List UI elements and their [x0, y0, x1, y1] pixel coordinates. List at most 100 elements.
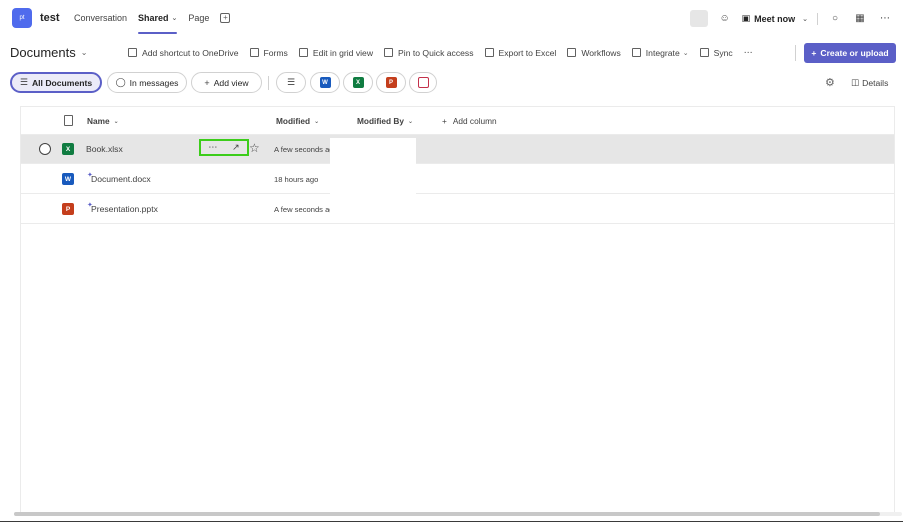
meet-now-label: Meet now [754, 13, 796, 24]
table-row[interactable]: W ✦ Document.docx 18 hours ago [21, 165, 894, 194]
sync-icon [699, 48, 709, 57]
filter-pdf-button[interactable] [409, 72, 437, 93]
add-tab-icon[interactable]: + [220, 13, 231, 23]
file-name[interactable]: Presentation.pptx [91, 204, 158, 214]
view-in-messages[interactable]: ◯ In messages [107, 72, 187, 93]
command-list: Add shortcut to OneDrive Forms Edit in g… [128, 47, 763, 58]
row-select-radio[interactable] [39, 143, 51, 155]
tab-shared[interactable]: Shared ⌄ [138, 13, 178, 34]
forms-button[interactable]: Forms [249, 48, 288, 58]
view-bar: ☰ All Documents ◯ In messages + Add view… [0, 72, 903, 94]
plus-icon: + [811, 48, 817, 58]
table-row[interactable]: X Book.xlsx ⋯ ↗ ☆ A few seconds ago [21, 135, 894, 164]
command-label: Export to Excel [498, 47, 557, 58]
tab-conversation[interactable]: Conversation [74, 13, 127, 23]
powerpoint-file-icon: P [62, 203, 74, 215]
command-label: Add shortcut to OneDrive [142, 47, 239, 58]
more-options-icon[interactable]: ⋯ [877, 11, 893, 27]
plus-icon: + [204, 77, 210, 88]
file-name[interactable]: Book.xlsx [86, 144, 123, 154]
column-header-modified[interactable]: Modified ⌄ [276, 116, 319, 126]
library-switcher[interactable]: Documents ⌄ [10, 45, 87, 60]
modified-time: 18 hours ago [274, 175, 319, 184]
filter-button[interactable]: ☰ [276, 72, 306, 93]
divider [268, 76, 269, 90]
column-label: Modified [276, 116, 311, 126]
view-label: In messages [129, 77, 179, 88]
document-list: Name ⌄ Modified ⌄ Modified By ⌄ + Add co… [20, 106, 895, 516]
integrate-button[interactable]: Integrate ⌄ [631, 47, 689, 58]
integrate-icon [631, 48, 641, 57]
share-icon[interactable]: ↗ [232, 142, 240, 153]
chat-icon: ◯ [115, 77, 126, 87]
plus-icon: + [442, 116, 447, 126]
top-bar: pt test Conversation Shared ⌄ Page + ☺ ▣… [0, 0, 903, 38]
more-commands-button[interactable]: ⋯ [744, 47, 753, 58]
column-header-modified-by[interactable]: Modified By ⌄ [357, 116, 413, 126]
table-row[interactable]: P ✦ Presentation.pptx A few seconds ago [21, 195, 894, 224]
details-label: Details [862, 77, 889, 88]
chevron-down-icon: ⌄ [314, 118, 320, 125]
horizontal-scrollbar[interactable] [14, 512, 902, 516]
create-or-upload-button[interactable]: + Create or upload [804, 43, 896, 63]
share-screen-icon[interactable] [689, 10, 708, 27]
row-actions: ⋯ ↗ [199, 139, 249, 156]
add-view-button[interactable]: + Add view [191, 72, 262, 93]
people-icon[interactable]: ☺ [717, 11, 733, 27]
edit-grid-view-button[interactable]: Edit in grid view [298, 47, 374, 58]
excel-icon [484, 48, 494, 57]
add-shortcut-button[interactable]: Add shortcut to OneDrive [128, 48, 239, 58]
video-camera-icon: ▣ [741, 13, 751, 23]
column-header-name[interactable]: Name ⌄ [87, 116, 119, 126]
details-pane-icon: ◫ [851, 77, 860, 87]
filter-word-button[interactable]: W [310, 72, 340, 93]
chevron-down-icon: ⌄ [113, 118, 119, 125]
command-label: Sync [713, 47, 733, 58]
chat-icon[interactable]: ○ [827, 11, 843, 27]
command-bar: Documents ⌄ Add shortcut to OneDrive For… [0, 42, 903, 64]
filter-excel-button[interactable]: X [343, 72, 373, 93]
word-icon: W [319, 77, 331, 88]
chevron-down-icon: ⌄ [408, 118, 414, 125]
layout-icon[interactable]: ▦ [852, 11, 868, 27]
meet-now-button[interactable]: ▣ Meet now ⌄ [742, 13, 808, 24]
details-button[interactable]: ◫ Details [851, 77, 888, 88]
favorite-star-icon[interactable]: ☆ [249, 141, 260, 155]
word-file-icon: W [62, 173, 74, 185]
tab-page[interactable]: Page [188, 13, 209, 23]
team-name[interactable]: test [40, 12, 60, 24]
pin-icon [384, 48, 394, 57]
column-label: Add column [452, 116, 497, 126]
channel-tabs: Conversation Shared ⌄ Page + [74, 13, 231, 34]
pdf-icon [417, 77, 429, 88]
workflows-button[interactable]: Workflows [567, 48, 621, 58]
workflows-icon [567, 48, 577, 57]
export-excel-button[interactable]: Export to Excel [484, 47, 557, 58]
view-settings-icon[interactable]: ⚙ [825, 76, 835, 89]
divider [795, 45, 796, 61]
view-all-documents[interactable]: ☰ All Documents [10, 72, 102, 93]
scrollbar-thumb[interactable] [14, 512, 880, 516]
column-label: Modified By [357, 116, 405, 126]
excel-file-icon: X [62, 143, 74, 155]
add-column-button[interactable]: + Add column [442, 116, 497, 126]
command-label: Integrate [645, 47, 680, 58]
view-label: All Documents [31, 77, 93, 88]
chevron-down-icon: ⌄ [80, 48, 88, 57]
library-title: Documents [10, 45, 76, 60]
list-icon: ☰ [19, 77, 28, 87]
filter-powerpoint-button[interactable]: P [376, 72, 406, 93]
file-type-icon[interactable] [64, 115, 73, 126]
file-name[interactable]: Document.docx [91, 174, 151, 184]
forms-icon [249, 48, 259, 57]
more-actions-icon[interactable]: ⋯ [208, 142, 217, 153]
powerpoint-icon: P [385, 77, 397, 88]
command-label: Edit in grid view [312, 47, 374, 58]
sync-button[interactable]: Sync [699, 47, 733, 58]
pin-quick-access-button[interactable]: Pin to Quick access [384, 48, 474, 58]
divider [817, 12, 818, 25]
modified-by-cell-area [330, 138, 416, 222]
create-label: Create or upload [820, 48, 889, 58]
team-avatar[interactable]: pt [12, 8, 32, 28]
modified-time: A few seconds ago [274, 205, 338, 214]
